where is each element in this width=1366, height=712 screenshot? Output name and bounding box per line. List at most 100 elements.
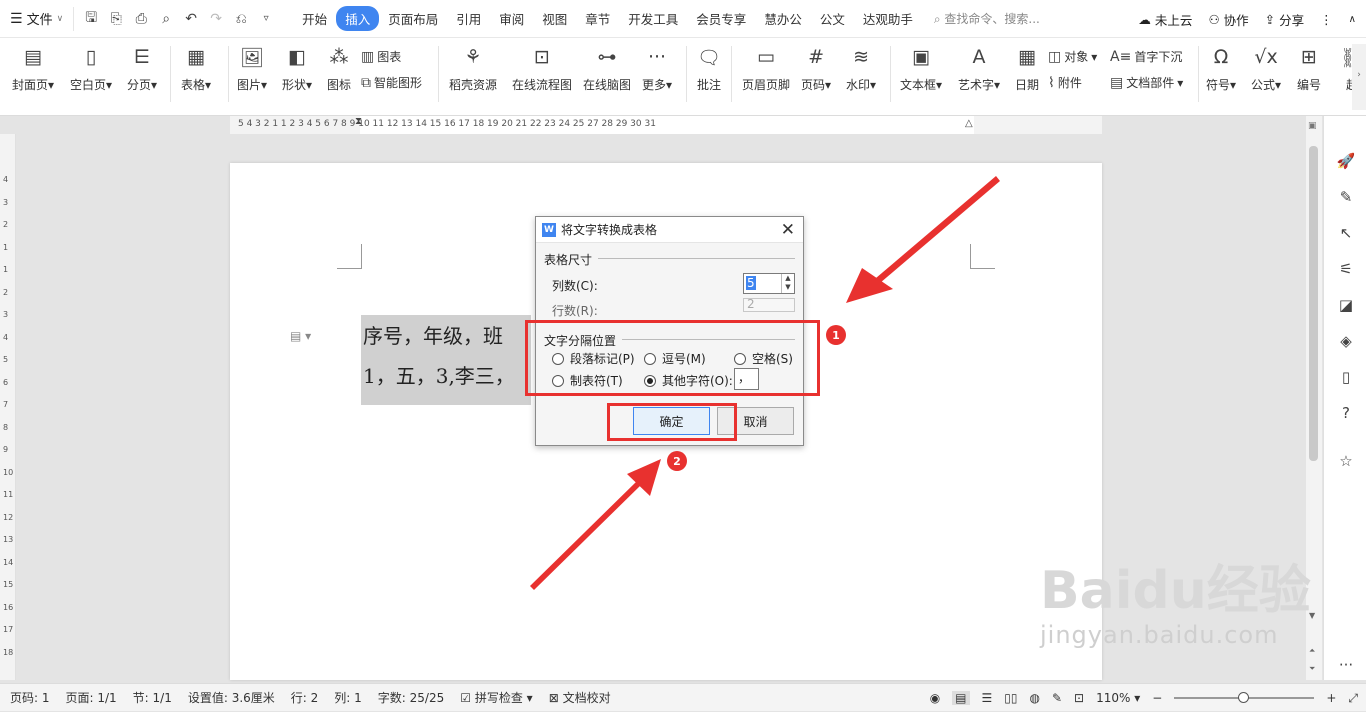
- paragraph-options-icon[interactable]: ▤ ▾: [290, 329, 311, 343]
- collaborate-button[interactable]: ⚇ 协作: [1208, 10, 1248, 29]
- doc-parts-button[interactable]: ▤ 文档部件 ▾: [1110, 74, 1183, 91]
- tab-review[interactable]: 审阅: [490, 6, 533, 31]
- next-page-icon[interactable]: ⏷: [1309, 664, 1315, 674]
- word-count-status[interactable]: 字数: 25/25: [378, 689, 444, 706]
- export-pdf-icon[interactable]: ⎘: [107, 11, 125, 27]
- fullscreen-icon[interactable]: ⤢: [1348, 691, 1358, 706]
- vertical-ruler[interactable]: 4 3 2 1 1 2 3 4 5 6 7 8 9 10 11 12 13 14 15 16 17 18: [0, 134, 16, 680]
- row-status[interactable]: 行: 2: [291, 689, 319, 706]
- zoom-slider-thumb[interactable]: [1238, 692, 1250, 703]
- print-preview-icon[interactable]: ⌕: [157, 11, 175, 27]
- page-code-status[interactable]: 页码: 1: [10, 689, 50, 706]
- flowchart-button[interactable]: ⊡ 在线流程图: [512, 44, 572, 93]
- page-number-button[interactable]: # 页码▾: [801, 44, 831, 93]
- web-view-icon[interactable]: ◍: [1030, 691, 1040, 705]
- tab-home[interactable]: 开始: [293, 6, 336, 31]
- page-status[interactable]: 页面: 1/1: [66, 689, 117, 706]
- textbox-button[interactable]: ▣ 文本框▾: [900, 44, 942, 93]
- tab-references[interactable]: 引用: [447, 6, 490, 31]
- settings-sliders-icon[interactable]: ⚟: [1336, 260, 1356, 280]
- tab-official-doc[interactable]: 公文: [811, 6, 854, 31]
- zoom-level[interactable]: 110% ▾: [1096, 691, 1140, 705]
- date-button[interactable]: ▦ 日期: [1015, 44, 1039, 93]
- scrollbar-thumb[interactable]: [1309, 146, 1318, 461]
- picture-button[interactable]: 🖼 图片▾: [237, 44, 267, 93]
- page-break-button[interactable]: ⋿ 分页▾: [127, 44, 157, 93]
- drop-cap-button[interactable]: A≡ 首字下沉: [1110, 48, 1182, 65]
- pen-icon[interactable]: ✎: [1336, 188, 1356, 208]
- blank-page-button[interactable]: ▯ 空白页▾: [70, 44, 112, 93]
- undo-icon[interactable]: ↶: [182, 11, 200, 27]
- format-painter-icon[interactable]: ⎌: [232, 11, 250, 27]
- fit-page-icon[interactable]: ⊡: [1074, 691, 1084, 705]
- setting-value-status[interactable]: 设置值: 3.6厘米: [188, 689, 275, 706]
- tab-view[interactable]: 视图: [533, 6, 576, 31]
- header-footer-button[interactable]: ▭ 页眉页脚: [742, 44, 790, 93]
- selected-text[interactable]: 序号，年级，班 1，五，3,李三，: [361, 315, 531, 405]
- zoom-out-icon[interactable]: −: [1152, 691, 1162, 705]
- scroll-up-icon[interactable]: ▣: [1308, 121, 1317, 131]
- reading-view-icon[interactable]: ▯▯: [1004, 691, 1017, 705]
- close-icon[interactable]: ✕: [781, 220, 795, 240]
- formula-button[interactable]: √x 公式▾: [1251, 44, 1281, 93]
- attachment-button[interactable]: ⌇ 附件: [1048, 74, 1082, 91]
- prev-page-icon[interactable]: ⏶: [1309, 646, 1315, 656]
- chart-button[interactable]: ▥ 图表: [361, 48, 401, 65]
- spin-arrows-icon[interactable]: ▲ ▼: [781, 274, 794, 293]
- more-options-icon[interactable]: ···: [1336, 656, 1356, 676]
- image-tools-icon[interactable]: ◪: [1336, 296, 1356, 316]
- help-icon[interactable]: ?: [1336, 404, 1356, 424]
- tab-member[interactable]: 会员专享: [687, 6, 755, 31]
- rocket-icon[interactable]: 🚀: [1336, 152, 1356, 172]
- cover-page-button[interactable]: ▤ 封面页▾: [12, 44, 54, 93]
- redo-icon[interactable]: ↷: [207, 11, 225, 27]
- save-icon[interactable]: 🖫: [82, 7, 100, 31]
- daoke-resource-button[interactable]: ⚘ 稻壳资源: [449, 44, 497, 93]
- tab-page-layout[interactable]: 页面布局: [379, 6, 447, 31]
- command-search[interactable]: ⌕ 查找命令、搜索...: [934, 10, 1040, 27]
- zoom-in-icon[interactable]: +: [1326, 691, 1336, 705]
- cursor-icon[interactable]: ↖: [1336, 224, 1356, 244]
- spell-check-button[interactable]: ☑ 拼写检查 ▾: [460, 689, 532, 706]
- compass-icon[interactable]: ◈: [1336, 332, 1356, 352]
- tab-section[interactable]: 章节: [576, 6, 619, 31]
- symbol-button[interactable]: Ω 符号▾: [1206, 44, 1236, 93]
- customize-icon[interactable]: ▿: [257, 13, 275, 24]
- smartart-button[interactable]: ⧉ 智能图形: [361, 74, 422, 91]
- outline-view-icon[interactable]: ☰: [982, 691, 993, 705]
- write-mode-icon[interactable]: ✎: [1052, 691, 1062, 705]
- column-status[interactable]: 列: 1: [334, 689, 362, 706]
- more-button[interactable]: ··· 更多▾: [642, 44, 672, 93]
- ribbon-scroll-right-icon[interactable]: ›: [1352, 44, 1366, 110]
- mindmap-button[interactable]: ⊶ 在线脑图: [583, 44, 631, 93]
- right-indent-marker-icon[interactable]: △: [965, 118, 973, 129]
- tab-insert[interactable]: 插入: [336, 6, 380, 31]
- eye-protection-icon[interactable]: ◉: [930, 691, 940, 705]
- share-button[interactable]: ⇪ 分享: [1265, 10, 1305, 29]
- numbering-button[interactable]: ⊞ 编号: [1297, 44, 1321, 93]
- object-button[interactable]: ◫ 对象 ▾: [1048, 48, 1097, 65]
- page-view-icon[interactable]: ▤: [952, 691, 970, 705]
- indent-marker-icon[interactable]: ⧗: [355, 116, 362, 127]
- tab-daguan-assistant[interactable]: 达观助手: [854, 6, 922, 31]
- watermark-button[interactable]: ≋ 水印▾: [846, 44, 876, 93]
- collapse-ribbon-icon[interactable]: ∧: [1349, 14, 1356, 25]
- wordart-button[interactable]: A 艺术字▾: [958, 44, 1000, 93]
- dialog-titlebar[interactable]: W 将文字转换成表格 ✕: [536, 217, 803, 243]
- section-status[interactable]: 节: 1/1: [133, 689, 172, 706]
- zoom-slider[interactable]: [1174, 692, 1315, 704]
- icon-library-button[interactable]: ⁂ 图标: [327, 44, 351, 93]
- comment-button[interactable]: 🗨 批注: [697, 44, 721, 93]
- cloud-status[interactable]: ☁ 未上云: [1138, 10, 1192, 29]
- tab-developer[interactable]: 开发工具: [619, 6, 687, 31]
- file-menu[interactable]: ☰ 文件 ∨: [0, 9, 73, 29]
- print-icon[interactable]: ⎙: [132, 11, 150, 27]
- book-icon[interactable]: ▯: [1336, 368, 1356, 388]
- star-favorite-icon[interactable]: ☆: [1336, 452, 1356, 472]
- proofread-button[interactable]: ⊠ 文档校对: [549, 689, 611, 706]
- tab-smart-office[interactable]: 慧办公: [755, 6, 811, 31]
- columns-stepper[interactable]: 5 ▲ ▼: [743, 273, 795, 294]
- shape-button[interactable]: ◧ 形状▾: [282, 44, 312, 93]
- more-menu-icon[interactable]: ⋮: [1320, 12, 1333, 27]
- table-button[interactable]: ▦ 表格▾: [181, 44, 211, 93]
